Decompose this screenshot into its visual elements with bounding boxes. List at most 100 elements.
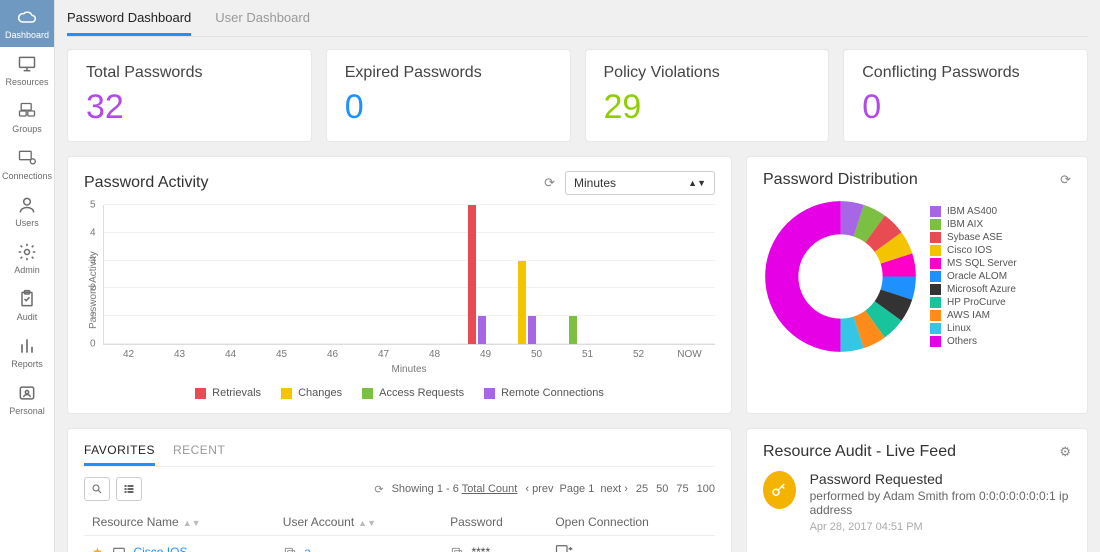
legend-item[interactable]: Retrievals — [195, 387, 261, 399]
open-connection-icon[interactable] — [555, 544, 573, 552]
donut-legend-item[interactable]: Sybase ASE — [930, 232, 1017, 243]
gear-icon — [17, 242, 37, 262]
copy-icon[interactable] — [283, 546, 297, 552]
table-row[interactable]: ★ Cisco IOS a **** — [84, 536, 715, 552]
sidebar-item-reports[interactable]: Reports — [0, 329, 54, 376]
tab-user-dashboard[interactable]: User Dashboard — [215, 10, 310, 36]
stat-value: 0 — [345, 88, 552, 127]
monitors-icon — [17, 101, 37, 121]
clipboard-icon — [17, 289, 37, 309]
stat-expired-passwords[interactable]: Expired Passwords 0 — [326, 49, 571, 142]
donut-legend-item[interactable]: Microsoft Azure — [930, 284, 1017, 295]
sidebar-item-label: Resources — [5, 77, 48, 87]
sidebar-item-users[interactable]: Users — [0, 188, 54, 235]
password-masked[interactable]: **** — [471, 545, 490, 552]
donut-chart — [763, 199, 918, 354]
sidebar-item-admin[interactable]: Admin — [0, 235, 54, 282]
sidebar-item-label: Reports — [11, 359, 43, 369]
sidebar-item-personal[interactable]: Personal — [0, 376, 54, 423]
per-page-75[interactable]: 75 — [676, 483, 688, 495]
search-button[interactable] — [84, 477, 110, 501]
stat-total-passwords[interactable]: Total Passwords 32 — [67, 49, 312, 142]
chart-xlabel: Minutes — [103, 364, 715, 375]
prev-page[interactable]: ‹ prev — [525, 483, 553, 495]
legend-item[interactable]: Remote Connections — [484, 387, 604, 399]
timeunit-select[interactable]: Minutes ▲▼ — [565, 171, 715, 195]
star-icon[interactable]: ★ — [92, 545, 103, 552]
sidebar-item-resources[interactable]: Resources — [0, 47, 54, 94]
legend-item[interactable]: Changes — [281, 387, 342, 399]
password-activity-panel: Password Activity ⟳ Minutes ▲▼ Password … — [67, 156, 732, 414]
donut-legend-item[interactable]: Cisco IOS — [930, 245, 1017, 256]
per-page-50[interactable]: 50 — [656, 483, 668, 495]
refresh-icon[interactable]: ⟳ — [374, 483, 383, 496]
resource-link[interactable]: Cisco IOS — [133, 545, 187, 552]
donut-legend-item[interactable]: AWS IAM — [930, 310, 1017, 321]
stat-conflicting-passwords[interactable]: Conflicting Passwords 0 — [843, 49, 1088, 142]
timeunit-value: Minutes — [574, 176, 616, 190]
feed-time: Apr 28, 2017 04:51 PM — [810, 521, 1071, 533]
donut-legend-item[interactable]: Oracle ALOM — [930, 271, 1017, 282]
legend-item[interactable]: Access Requests — [362, 387, 464, 399]
donut-legend-item[interactable]: Linux — [930, 323, 1017, 334]
person-card-icon — [17, 383, 37, 403]
sidebar-item-groups[interactable]: Groups — [0, 94, 54, 141]
per-page-100[interactable]: 100 — [697, 483, 715, 495]
copy-icon[interactable] — [450, 546, 464, 552]
main-content: Password Dashboard User Dashboard Total … — [55, 0, 1100, 552]
search-icon — [91, 483, 103, 495]
col-user-account[interactable]: User Account▲▼ — [275, 509, 442, 536]
refresh-icon[interactable]: ⟳ — [544, 175, 555, 191]
stat-value: 32 — [86, 88, 293, 127]
column-view-button[interactable] — [116, 477, 142, 501]
stat-policy-violations[interactable]: Policy Violations 29 — [585, 49, 830, 142]
col-password[interactable]: Password — [442, 509, 547, 536]
device-icon — [112, 546, 126, 552]
user-account-link[interactable]: a — [304, 545, 311, 552]
stat-cards-row: Total Passwords 32 Expired Passwords 0 P… — [67, 49, 1088, 142]
sidebar-item-label: Users — [15, 218, 39, 228]
chart-legend: Retrievals Changes Access Requests Remote C… — [84, 387, 715, 399]
refresh-icon[interactable]: ⟳ — [1060, 172, 1071, 188]
password-distribution-panel: Password Distribution ⟳ IBM AS400 IBM AIX… — [746, 156, 1088, 414]
donut-legend-item[interactable]: Others — [930, 336, 1017, 347]
sidebar-item-label: Groups — [12, 124, 42, 134]
donut-legend-item[interactable]: HP ProCurve — [930, 297, 1017, 308]
col-resource-name[interactable]: Resource Name▲▼ — [84, 509, 275, 536]
sidebar-item-label: Audit — [17, 312, 38, 322]
panel-title: Password Distribution — [763, 171, 918, 189]
favorites-table: Resource Name▲▼ User Account▲▼ Password … — [84, 509, 715, 552]
tab-favorites[interactable]: FAVORITES — [84, 443, 155, 466]
donut-legend: IBM AS400 IBM AIX Sybase ASE Cisco IOS MS SQ… — [930, 206, 1017, 347]
sidebar-item-label: Personal — [9, 406, 45, 416]
stat-title: Policy Violations — [604, 64, 811, 82]
stat-value: 29 — [604, 88, 811, 127]
feed-desc: performed by Adam Smith from 0:0:0:0:0:0… — [810, 489, 1071, 517]
tab-recent[interactable]: RECENT — [173, 443, 225, 466]
stat-title: Conflicting Passwords — [862, 64, 1069, 82]
col-open-connection[interactable]: Open Connection — [547, 509, 715, 536]
sidebar-item-label: Admin — [14, 265, 40, 275]
gear-icon[interactable]: ⚙ — [1059, 444, 1071, 460]
tab-password-dashboard[interactable]: Password Dashboard — [67, 10, 191, 36]
stat-title: Total Passwords — [86, 64, 293, 82]
sidebar: Dashboard Resources Groups Connections U… — [0, 0, 55, 552]
audit-feed-panel: Resource Audit - Live Feed ⚙ Password Re… — [746, 428, 1088, 552]
monitor-icon — [17, 54, 37, 74]
pager: ‹ prev Page 1 next › — [525, 483, 628, 495]
sidebar-item-label: Connections — [2, 171, 52, 181]
stat-value: 0 — [862, 88, 1069, 127]
sidebar-item-connections[interactable]: Connections — [0, 141, 54, 188]
cloud-icon — [17, 7, 37, 27]
per-page-25[interactable]: 25 — [636, 483, 648, 495]
donut-legend-item[interactable]: IBM AIX — [930, 219, 1017, 230]
sidebar-item-dashboard[interactable]: Dashboard — [0, 0, 54, 47]
bars-icon — [17, 336, 37, 356]
next-page[interactable]: next › — [600, 483, 628, 495]
donut-legend-item[interactable]: MS SQL Server — [930, 258, 1017, 269]
sidebar-item-audit[interactable]: Audit — [0, 282, 54, 329]
feed-item[interactable]: Password Requested performed by Adam Smi… — [763, 471, 1071, 533]
donut-legend-item[interactable]: IBM AS400 — [930, 206, 1017, 217]
dashboard-tabs: Password Dashboard User Dashboard — [67, 0, 1088, 37]
user-icon — [17, 195, 37, 215]
